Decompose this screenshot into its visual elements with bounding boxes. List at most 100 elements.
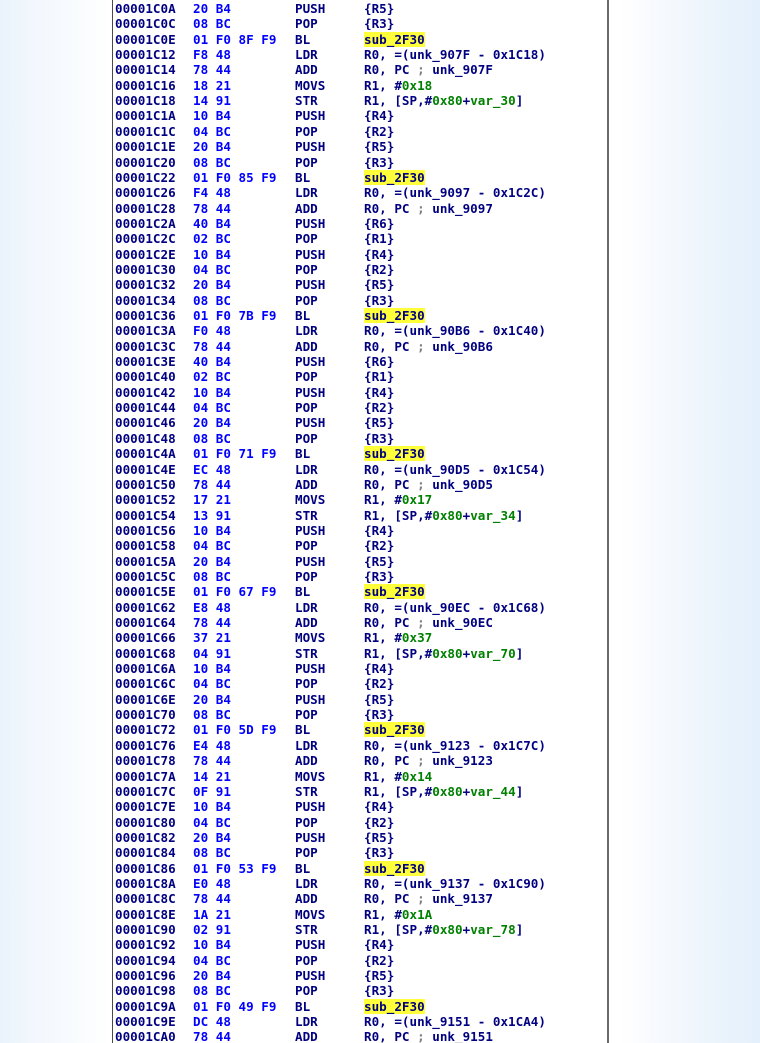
address: 00001C18 — [115, 93, 176, 109]
listing-row[interactable]: 00001C52 17 21 MOVS R1, #0x17 — [113, 492, 607, 507]
opcode-bytes: EC 48 — [193, 461, 231, 477]
listing-row[interactable]: 00001C1C 04 BC POP {R2} — [113, 124, 607, 139]
listing-row[interactable]: 00001C0E 01 F0 8F F9 BL sub_2F30 — [113, 31, 607, 47]
listing-row[interactable]: 00001C18 14 91 STR R1, [SP,#0x80+var_30] — [113, 93, 607, 108]
listing-row[interactable]: 00001C66 37 21 MOVS R1, #0x37 — [113, 630, 607, 645]
listing-row[interactable]: 00001C40 02 BC POP {R1} — [113, 369, 607, 384]
listing-row[interactable]: 00001C78 78 44 ADD R0, PC ; unk_9123 — [113, 753, 607, 768]
listing-row[interactable]: 00001C84 08 BC POP {R3} — [113, 845, 607, 860]
listing-row[interactable]: 00001C32 20 B4 PUSH {R5} — [113, 277, 607, 292]
listing-row[interactable]: 00001C9A 01 F0 49 F9 BL sub_2F30 — [113, 998, 607, 1014]
listing-row[interactable]: 00001C80 04 BC POP {R2} — [113, 815, 607, 830]
listing-row[interactable]: 00001C16 18 21 MOVS R1, #0x18 — [113, 78, 607, 93]
listing-row[interactable]: 00001C7E 10 B4 PUSH {R4} — [113, 799, 607, 814]
opcode-bytes: 08 BC — [193, 292, 231, 308]
operand-part: {R3} — [364, 430, 395, 446]
function-reference[interactable]: sub_2F30 — [364, 446, 425, 462]
listing-row[interactable]: 00001C64 78 44 ADD R0, PC ; unk_90EC — [113, 615, 607, 630]
listing-row[interactable]: 00001C8C 78 44 ADD R0, PC ; unk_9137 — [113, 891, 607, 906]
opcode-bytes: 78 44 — [193, 615, 231, 630]
listing-row[interactable]: 00001C9E DC 48 LDR R0, =(unk_9151 - 0x1CA4) — [113, 1014, 607, 1029]
listing-row[interactable]: 00001C8A E0 48 LDR R0, =(unk_9137 - 0x1C90) — [113, 876, 607, 891]
opcode-bytes: 14 21 — [193, 768, 231, 784]
function-reference[interactable]: sub_2F30 — [364, 31, 425, 47]
listing-row[interactable]: 00001C2A 40 B4 PUSH {R6} — [113, 216, 607, 231]
listing-row[interactable]: 00001C0C 08 BC POP {R3} — [113, 16, 607, 31]
listing-row[interactable]: 00001C48 08 BC POP {R3} — [113, 431, 607, 446]
listing-row[interactable]: 00001C6A 10 B4 PUSH {R4} — [113, 661, 607, 676]
listing-row[interactable]: 00001C5C 08 BC POP {R3} — [113, 569, 607, 584]
function-reference[interactable]: sub_2F30 — [364, 584, 425, 600]
listing-row[interactable]: 00001C1A 10 B4 PUSH {R4} — [113, 108, 607, 123]
listing-row[interactable]: 00001C92 10 B4 PUSH {R4} — [113, 937, 607, 952]
mnemonic: LDR — [295, 1014, 318, 1030]
listing-row[interactable]: 00001C86 01 F0 53 F9 BL sub_2F30 — [113, 860, 607, 876]
listing-row[interactable]: 00001C76 E4 48 LDR R0, =(unk_9123 - 0x1C7C) — [113, 738, 607, 753]
listing-row[interactable]: 00001C50 78 44 ADD R0, PC ; unk_90D5 — [113, 477, 607, 492]
operands: {R5} — [364, 554, 394, 569]
listing-row[interactable]: 00001C68 04 91 STR R1, [SP,#0x80+var_70] — [113, 646, 607, 661]
listing-row[interactable]: 00001C42 10 B4 PUSH {R4} — [113, 385, 607, 400]
address: 00001C98 — [115, 983, 176, 999]
function-reference[interactable]: sub_2F30 — [364, 169, 425, 185]
listing-row[interactable]: 00001C56 10 B4 PUSH {R4} — [113, 523, 607, 538]
listing-row[interactable]: 00001C3A F0 48 LDR R0, =(unk_90B6 - 0x1C40) — [113, 323, 607, 338]
listing-row[interactable]: 00001C22 01 F0 85 F9 BL sub_2F30 — [113, 169, 607, 185]
mnemonic: ADD — [295, 338, 318, 354]
listing-row[interactable]: 00001C98 08 BC POP {R3} — [113, 983, 607, 998]
listing-row[interactable]: 00001C4E EC 48 LDR R0, =(unk_90D5 - 0x1C54) — [113, 462, 607, 477]
function-reference[interactable]: sub_2F30 — [364, 722, 425, 738]
listing-row[interactable]: 00001C58 04 BC POP {R2} — [113, 538, 607, 553]
operand-part: {R5} — [364, 1, 395, 16]
listing-row[interactable]: 00001C26 F4 48 LDR R0, =(unk_9097 - 0x1C2C) — [113, 185, 607, 200]
listing-row[interactable]: 00001C30 04 BC POP {R2} — [113, 262, 607, 277]
address: 00001C3E — [115, 354, 176, 370]
listing-row[interactable]: 00001C36 01 F0 7B F9 BL sub_2F30 — [113, 308, 607, 323]
operands: R1, [SP,#0x80+var_44] — [364, 784, 523, 799]
listing-row[interactable]: 00001C14 78 44 ADD R0, PC ; unk_907F — [113, 62, 607, 77]
listing-row[interactable]: 00001C7A 14 21 MOVS R1, #0x14 — [113, 769, 607, 784]
listing-row[interactable]: 00001C54 13 91 STR R1, [SP,#0x80+var_34] — [113, 508, 607, 523]
listing-row[interactable]: 00001C96 20 B4 PUSH {R5} — [113, 968, 607, 983]
listing-row[interactable]: 00001C0A 20 B4 PUSH {R5} — [113, 1, 607, 16]
address: 00001C22 — [115, 169, 176, 185]
listing-row[interactable]: 00001C2C 02 BC POP {R1} — [113, 231, 607, 246]
listing-row[interactable]: 00001C5A 20 B4 PUSH {R5} — [113, 554, 607, 569]
function-reference[interactable]: sub_2F30 — [364, 998, 425, 1014]
operands: sub_2F30 — [364, 169, 425, 185]
listing-row[interactable]: 00001C90 02 91 STR R1, [SP,#0x80+var_78] — [113, 922, 607, 937]
listing-row[interactable]: 00001C8E 1A 21 MOVS R1, #0x1A — [113, 907, 607, 922]
function-reference[interactable]: sub_2F30 — [364, 308, 425, 323]
listing-row[interactable]: 00001C46 20 B4 PUSH {R5} — [113, 415, 607, 430]
listing-row[interactable]: 00001C44 04 BC POP {R2} — [113, 400, 607, 415]
listing-row[interactable]: 00001C20 08 BC POP {R3} — [113, 155, 607, 170]
listing-row[interactable]: 00001C3E 40 B4 PUSH {R6} — [113, 354, 607, 369]
listing-row[interactable]: 00001CA0 78 44 ADD R0, PC ; unk_9151 — [113, 1029, 607, 1043]
listing-row[interactable]: 00001C94 04 BC POP {R2} — [113, 953, 607, 968]
function-reference[interactable]: sub_2F30 — [364, 860, 425, 876]
listing-row[interactable]: 00001C82 20 B4 PUSH {R5} — [113, 830, 607, 845]
listing-row[interactable]: 00001C28 78 44 ADD R0, PC ; unk_9097 — [113, 201, 607, 216]
listing-row[interactable]: 00001C62 E8 48 LDR R0, =(unk_90EC - 0x1C68) — [113, 600, 607, 615]
listing-row[interactable]: 00001C7C 0F 91 STR R1, [SP,#0x80+var_44] — [113, 784, 607, 799]
listing-row[interactable]: 00001C1E 20 B4 PUSH {R5} — [113, 139, 607, 154]
listing-row[interactable]: 00001C6C 04 BC POP {R2} — [113, 676, 607, 691]
mnemonic: BL — [295, 31, 311, 47]
operand-part: unk_90EC — [424, 615, 493, 630]
listing-row[interactable]: 00001C6E 20 B4 PUSH {R5} — [113, 692, 607, 707]
listing-row[interactable]: 00001C12 F8 48 LDR R0, =(unk_907F - 0x1C18) — [113, 47, 607, 62]
listing-row[interactable]: 00001C5E 01 F0 67 F9 BL sub_2F30 — [113, 584, 607, 600]
listing-row[interactable]: 00001C4A 01 F0 71 F9 BL sub_2F30 — [113, 446, 607, 462]
listing-row[interactable]: 00001C2E 10 B4 PUSH {R4} — [113, 247, 607, 262]
operand-part: unk_90B6 — [424, 338, 493, 354]
address: 00001C0A — [115, 1, 176, 16]
comment-marker: ; — [417, 615, 425, 630]
operand-part: 0x1A — [401, 906, 433, 922]
listing-row[interactable]: 00001C72 01 F0 5D F9 BL sub_2F30 — [113, 722, 607, 738]
listing-row[interactable]: 00001C3C 78 44 ADD R0, PC ; unk_90B6 — [113, 339, 607, 354]
listing-row[interactable]: 00001C70 08 BC POP {R3} — [113, 707, 607, 722]
listing-row[interactable]: 00001C34 08 BC POP {R3} — [113, 293, 607, 308]
disassembly-listing[interactable]: 00001C0A 20 B4 PUSH {R5} 00001C0C 08 BC POP {R3… — [112, 0, 609, 1043]
opcode-bytes: 78 44 — [193, 200, 231, 216]
opcode-bytes: 04 BC — [193, 814, 231, 830]
